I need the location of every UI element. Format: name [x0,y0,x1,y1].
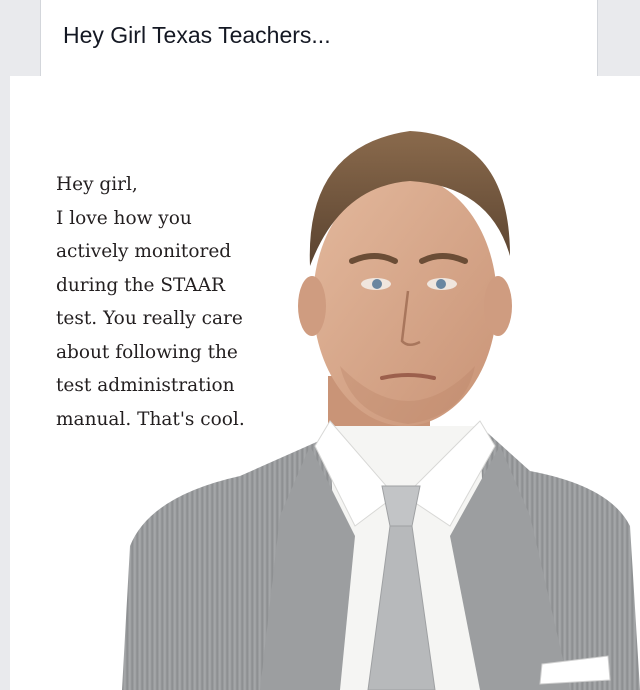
post-title: Hey Girl Texas Teachers... [63,22,331,48]
quote-line: test. You really care [56,308,243,329]
quote-line: test administration [56,375,235,396]
post-photo[interactable]: Hey girl, I love how you actively monito… [10,76,640,690]
quote-line: I love how you [56,207,192,229]
quote-line: actively monitored [56,241,232,262]
quote-line: during the STAAR [56,274,225,296]
quote-line: Hey girl, [56,174,138,195]
post-header: Hey Girl Texas Teachers... [40,0,598,76]
facebook-post-view: Hey Girl Texas Teachers... Hey girl, I l… [0,0,640,690]
quote-line: about following the [56,341,238,363]
meme-quote: Hey girl, I love how you actively monito… [56,168,316,436]
quote-line: manual. That's cool. [56,408,245,430]
